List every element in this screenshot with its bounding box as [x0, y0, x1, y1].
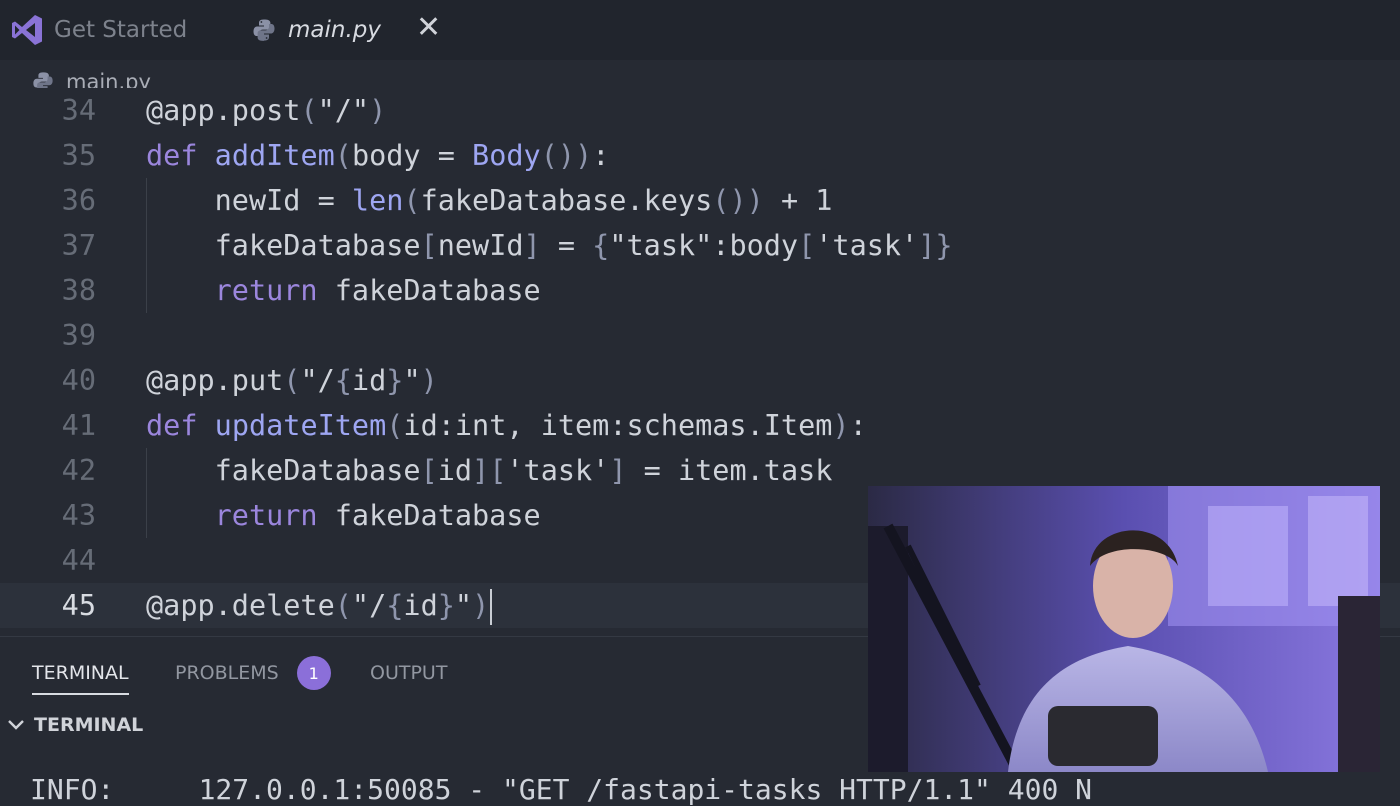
- line-number: 42: [61, 454, 96, 487]
- code-line[interactable]: 39: [0, 313, 1400, 358]
- line-number: 36: [61, 184, 96, 217]
- code-text: return fakeDatabase: [214, 274, 541, 307]
- chevron-down-icon: [8, 720, 24, 730]
- line-number: 35: [61, 139, 96, 172]
- vscode-logo-icon: [12, 15, 42, 45]
- line-number: 38: [61, 274, 96, 307]
- tab-main-py[interactable]: main.py: [252, 0, 381, 60]
- python-icon: [253, 19, 275, 41]
- code-text: def addItem(body = Body()):: [146, 139, 610, 172]
- panel-tab-label: TERMINAL: [32, 662, 129, 684]
- code-text: @app.put("/{id}"): [146, 364, 438, 397]
- line-number: 45: [61, 589, 96, 622]
- code-line[interactable]: 41 def updateItem(id:int, item:schemas.It…: [0, 403, 1400, 448]
- code-text: return fakeDatabase: [214, 499, 541, 532]
- tab-label: main.py: [288, 17, 381, 43]
- tab-get-started[interactable]: Get Started: [10, 0, 187, 60]
- webcam-overlay: [868, 486, 1380, 772]
- line-number: 37: [61, 229, 96, 262]
- code-text: @app.post("/"): [146, 94, 387, 127]
- code-line[interactable]: 38 return fakeDatabase: [0, 268, 1400, 313]
- line-number: 40: [61, 364, 96, 397]
- code-line[interactable]: 36 newId = len(fakeDatabase.keys()) + 1: [0, 178, 1400, 223]
- code-text: def updateItem(id:int, item:schemas.Item…: [146, 409, 867, 442]
- terminal-output-line: INFO: 127.0.0.1:50085 - "GET /fastapi-ta…: [30, 773, 1093, 806]
- panel-tab-label: OUTPUT: [370, 662, 448, 684]
- code-text: newId = len(fakeDatabase.keys()) + 1: [146, 184, 833, 217]
- code-text: @app.delete("/{id}"): [146, 583, 493, 628]
- code-line[interactable]: 37 fakeDatabase[newId] = {"task":body['t…: [0, 223, 1400, 268]
- terminal-section-title: TERMINAL: [34, 714, 144, 736]
- panel-tab-output[interactable]: OUTPUT: [370, 655, 447, 691]
- code-line[interactable]: 35 def addItem(body = Body()):: [0, 133, 1400, 178]
- code-text: fakeDatabase[id]['task'] = item.task: [146, 454, 833, 487]
- tab-label: Get Started: [54, 17, 188, 43]
- line-number: 39: [61, 319, 96, 352]
- text-cursor: [490, 589, 493, 625]
- tab-bar: Get Started main.py ✕: [0, 0, 1400, 60]
- indent-guide: [146, 448, 147, 538]
- webcam-image: [868, 486, 1380, 772]
- problems-count-badge: 1: [296, 656, 331, 690]
- code-line[interactable]: 34 @app.post("/"): [0, 88, 1400, 133]
- code-text: fakeDatabase[newId] = {"task":body['task…: [146, 229, 953, 262]
- indent-guide: [146, 178, 147, 313]
- line-number: 34: [61, 94, 96, 127]
- panel-tab-problems[interactable]: PROBLEMS 1: [175, 655, 331, 691]
- terminal-section-header[interactable]: TERMINAL: [0, 709, 143, 741]
- line-number: 41: [61, 409, 96, 442]
- code-line[interactable]: 40 @app.put("/{id}"): [0, 358, 1400, 403]
- close-tab-icon[interactable]: ✕: [416, 8, 441, 48]
- line-number: 44: [61, 544, 96, 577]
- panel-tab-label: PROBLEMS: [175, 662, 279, 684]
- panel-tab-terminal[interactable]: TERMINAL: [32, 655, 129, 695]
- line-number: 43: [61, 499, 96, 532]
